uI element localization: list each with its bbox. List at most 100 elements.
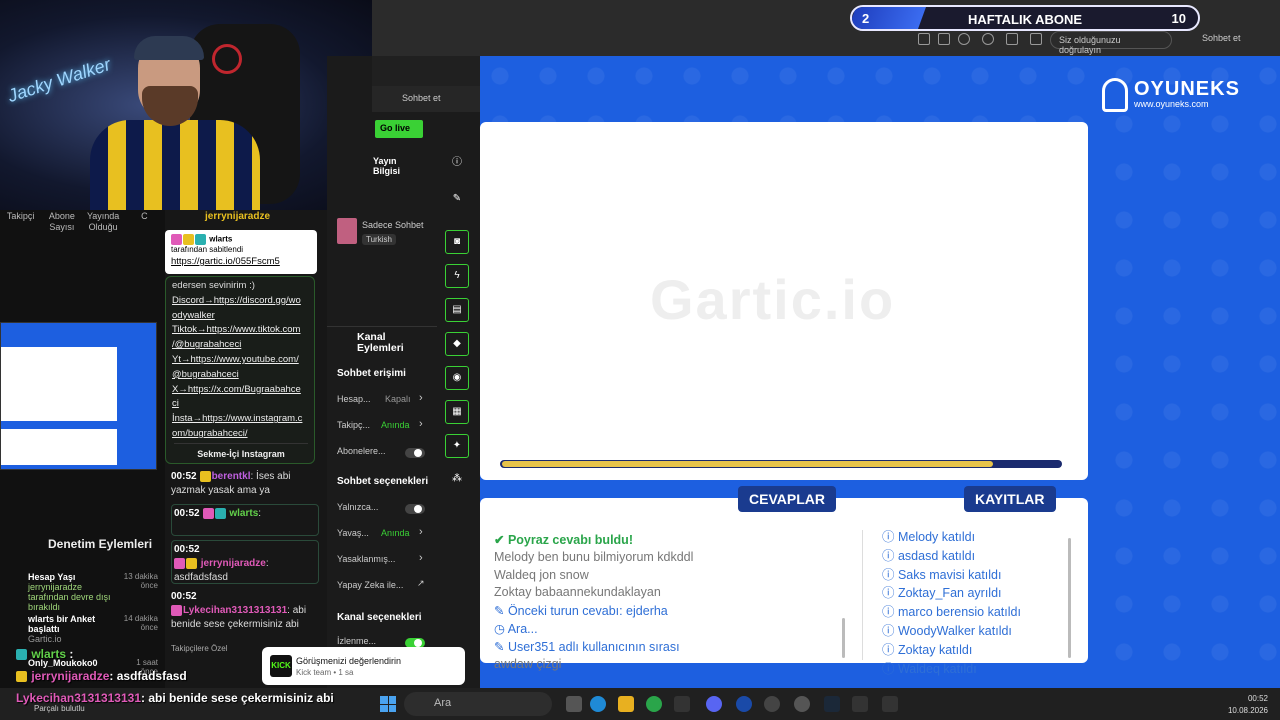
chat-username[interactable]: Lykecihan3131313131: [183, 605, 287, 616]
ea-icon[interactable]: [736, 696, 752, 712]
tab-records[interactable]: KAYITLAR: [964, 486, 1056, 512]
obs-icon[interactable]: [764, 696, 780, 712]
social-line[interactable]: X→https://x.com/Bugraabahce: [172, 383, 308, 398]
slow-mode-value[interactable]: Anında: [381, 528, 410, 538]
social-line[interactable]: Discord→https://discord.gg/wo: [172, 294, 308, 309]
social-line[interactable]: Tiktok→https://www.tiktok.com: [172, 323, 308, 338]
badge-icon: [199, 470, 211, 482]
taskbar-search[interactable]: Ara: [404, 692, 552, 716]
mod-item-desc: Gartic.io: [28, 634, 62, 644]
chat-options-title: Sohbet seçenekleri: [337, 476, 429, 487]
refresh-icon[interactable]: [982, 33, 994, 45]
record-item: ⓘ Zoktay_Fan ayrıldı: [882, 586, 1002, 601]
wrench-icon[interactable]: ✦: [445, 434, 469, 458]
chevron-right-icon[interactable]: ›: [419, 552, 423, 564]
answer-item: awdaw çizgi: [494, 656, 562, 671]
task-view-icon[interactable]: [566, 696, 582, 712]
chat-username[interactable]: berentkl: [212, 471, 251, 482]
panel-divider: [862, 530, 863, 660]
mod-item[interactable]: wlarts bir Anket başlattı Gartic.io 14 d…: [28, 614, 158, 644]
app-icon[interactable]: [882, 696, 898, 712]
weather-widget[interactable]: Parçalı bulutlu: [34, 704, 85, 713]
category-thumbnail: [337, 218, 357, 244]
kick-notification[interactable]: KICK Görüşmenizi değerlendirin Kick team…: [262, 647, 465, 685]
chevron-right-icon[interactable]: ›: [419, 526, 423, 538]
flash-icon[interactable]: ϟ: [445, 264, 469, 288]
external-link-icon[interactable]: ↗: [417, 578, 425, 589]
round-timer-fill: [502, 461, 994, 467]
extensions-icon[interactable]: [1006, 33, 1018, 45]
go-live-button[interactable]: Go live: [375, 120, 423, 138]
social-line[interactable]: ci: [172, 397, 308, 412]
discord-icon[interactable]: [706, 696, 722, 712]
social-line[interactable]: Yt→https://www.youtube.com/: [172, 353, 308, 368]
answers-scrollbar[interactable]: [842, 618, 845, 658]
social-line[interactable]: İnsta→https://www.instagram.c: [172, 412, 308, 427]
app-icon[interactable]: [646, 696, 662, 712]
social-line[interactable]: om/bugrabahceci/: [172, 427, 308, 442]
pinned-message[interactable]: wlarts tarafından sabitlendi https://gar…: [165, 230, 317, 274]
windows-start-icon[interactable]: [380, 696, 396, 712]
stream-dashboard: Sohbet et Go live Yayın Bilgisi Sadece S…: [327, 56, 480, 688]
edit-icon[interactable]: ✎: [445, 188, 469, 212]
tab-answers[interactable]: CEVAPLAR: [738, 486, 836, 512]
social-line[interactable]: odywalker: [172, 309, 308, 324]
dashboard-titlebar: [372, 56, 480, 86]
subscribers-toggle[interactable]: [405, 448, 425, 458]
drawing-canvas[interactable]: Gartic.io: [480, 122, 1088, 480]
steam-icon[interactable]: [824, 696, 840, 712]
mod-item[interactable]: Hesap Yaşı jerrynijaradze tarafından dev…: [28, 572, 158, 612]
profile-verify-button[interactable]: Siz olduğunuzu doğrulayın: [1050, 31, 1172, 55]
chat-username[interactable]: jerrynijaradze: [201, 558, 266, 569]
star-icon[interactable]: [958, 33, 970, 45]
edge-icon[interactable]: [590, 696, 606, 712]
dashboard-tabbar: Sohbet et: [372, 86, 480, 112]
overlay-chat-line: jerrynijaradze: asdfadsfasd: [16, 669, 187, 683]
tab-icon[interactable]: [918, 33, 930, 45]
overlay-chat-line: Lykecihan3131313131: abi benide sese çek…: [16, 691, 334, 705]
chat-username[interactable]: wlarts: [229, 508, 258, 519]
category-name[interactable]: Sadece Sohbet: [362, 220, 424, 230]
emote-only-toggle[interactable]: [405, 504, 425, 514]
copilot-chat-button[interactable]: Sohbet et: [1202, 33, 1241, 43]
overlay-text: : asdfadsfasd: [109, 669, 187, 683]
search-placeholder: Ara: [434, 697, 452, 709]
records-scrollbar[interactable]: [1068, 538, 1071, 658]
app-icon[interactable]: [674, 696, 690, 712]
account-age-value[interactable]: Kapalı: [385, 394, 411, 404]
pinned-link[interactable]: https://gartic.io/055Fscm5: [171, 256, 311, 267]
broadcast-icon[interactable]: ◉: [445, 366, 469, 390]
app-icon[interactable]: [852, 696, 868, 712]
tab-label[interactable]: Sohbet et: [402, 93, 441, 103]
followers-value[interactable]: Anında: [381, 420, 410, 430]
printer-icon[interactable]: ▦: [445, 400, 469, 424]
social-line[interactable]: /@bugrabahceci: [172, 338, 308, 353]
more-icon[interactable]: ⁂: [445, 468, 469, 492]
reader-icon[interactable]: [938, 33, 950, 45]
camera-icon[interactable]: ◙: [445, 230, 469, 254]
document-icon[interactable]: ▤: [445, 298, 469, 322]
file-explorer-icon[interactable]: [618, 696, 634, 712]
stat-live-time: Yayında Olduğu: [86, 211, 120, 232]
overlay-username: jerrynijaradze: [31, 669, 110, 683]
chat-message: 00:52 wlarts:: [171, 504, 319, 536]
stream-preview[interactable]: [0, 322, 157, 470]
record-item: ⓘ Melody katıldı: [882, 530, 976, 544]
divider: [327, 326, 437, 327]
social-line[interactable]: @bugrabahceci: [172, 368, 308, 383]
chevron-right-icon[interactable]: ›: [419, 392, 423, 404]
favorites-icon[interactable]: [1030, 33, 1042, 45]
instagram-tab-button[interactable]: Sekme-İçi Instagram: [174, 443, 308, 459]
info-icon[interactable]: ⓘ: [445, 152, 469, 176]
round-timer: [500, 460, 1062, 468]
kick-logo-icon: KICK: [270, 655, 292, 677]
chevron-right-icon[interactable]: ›: [419, 418, 423, 430]
system-clock[interactable]: 00:52 10.08.2026: [1228, 693, 1268, 717]
chat-bubble-icon[interactable]: ◆: [445, 332, 469, 356]
mod-item-time: 14 dakika önce: [123, 614, 158, 632]
app-icon[interactable]: [794, 696, 810, 712]
badge-icon: [183, 234, 194, 245]
answers-panel: CEVAPLAR KAYITLAR ✔ Poyraz cevabı buldu!…: [480, 486, 1088, 676]
chat-message: 00:52 berentkl: İses abi yazmak yasak ama…: [171, 470, 291, 496]
subscriber-goal-bar: 2 HAFTALIK ABONE 10: [850, 5, 1200, 31]
